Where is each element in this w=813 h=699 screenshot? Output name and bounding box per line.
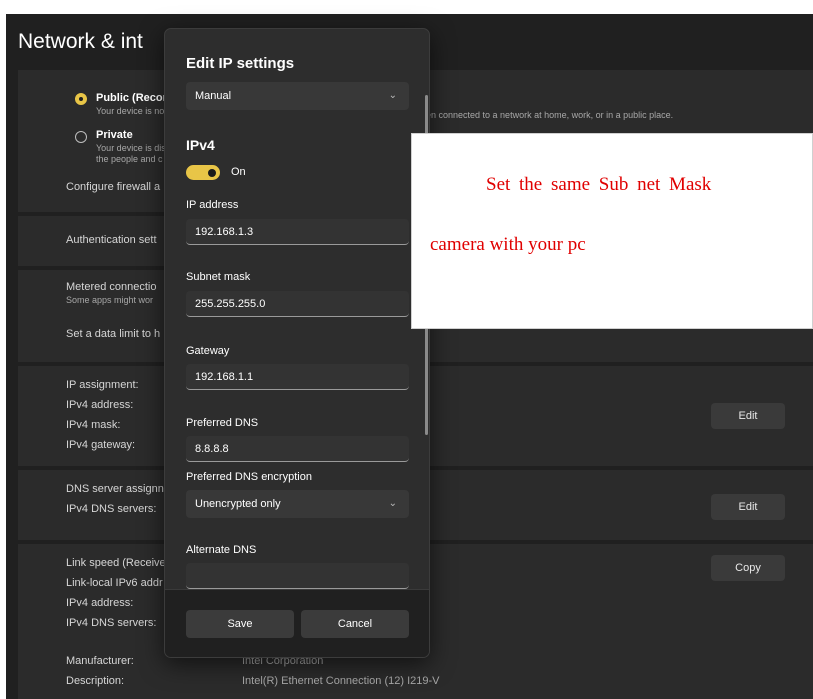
ipv4-toggle-label: On bbox=[231, 166, 246, 178]
dns-encryption-value: Unencrypted only bbox=[195, 498, 281, 510]
authentication-label: Authentication sett bbox=[66, 234, 157, 246]
ip-edit-button[interactable]: Edit bbox=[711, 403, 785, 429]
gateway-input[interactable]: 192.168.1.1 bbox=[186, 364, 409, 390]
page-title: Network & int bbox=[18, 30, 143, 53]
ipv4-address-label: IPv4 address: bbox=[66, 399, 134, 411]
ip-address-label: IP address bbox=[186, 199, 239, 211]
private-desc: Your device is dis bbox=[96, 143, 166, 153]
ipv4-section-title: IPv4 bbox=[186, 137, 215, 153]
gateway-label: Gateway bbox=[186, 345, 230, 357]
ip-mode-dropdown[interactable]: Manual ⌄ bbox=[186, 82, 409, 110]
chevron-down-icon: ⌄ bbox=[388, 90, 397, 101]
alternate-dns-input[interactable] bbox=[186, 563, 409, 589]
public-label: Public (Recom bbox=[96, 92, 173, 104]
link-ipv4-address-label: IPv4 address: bbox=[66, 597, 134, 609]
ip-address-input[interactable]: 192.168.1.3 bbox=[186, 219, 409, 245]
ipv4-toggle[interactable] bbox=[186, 165, 220, 180]
annotation-box: Set the same Sub net Mask camera with yo… bbox=[411, 133, 813, 329]
description-label: Description: bbox=[66, 675, 125, 687]
chevron-down-icon: ⌄ bbox=[388, 498, 397, 509]
dialog-title: Edit IP settings bbox=[186, 55, 295, 72]
toggle-knob bbox=[208, 168, 216, 177]
save-button[interactable]: Save bbox=[186, 610, 294, 638]
metered-label: Metered connectio bbox=[66, 281, 157, 293]
ipv4-gateway-label: IPv4 gateway: bbox=[66, 439, 136, 451]
dialog-footer: Save Cancel bbox=[165, 589, 429, 657]
metered-desc: Some apps might wor bbox=[66, 295, 154, 305]
link-ipv4-dns-label: IPv4 DNS servers: bbox=[66, 617, 157, 629]
preferred-dns-label: Preferred DNS bbox=[186, 417, 259, 429]
ip-assignment-label: IP assignment: bbox=[66, 379, 139, 391]
dns-encryption-dropdown[interactable]: Unencrypted only ⌄ bbox=[186, 490, 409, 518]
cancel-button[interactable]: Cancel bbox=[301, 610, 409, 638]
link-speed-label: Link speed (Receive bbox=[66, 557, 166, 569]
ipv4-mask-label: IPv4 mask: bbox=[66, 419, 121, 431]
edit-ip-settings-dialog: Edit IP settings Manual ⌄ IPv4 On IP add… bbox=[164, 28, 430, 658]
configure-firewall-link[interactable]: Configure firewall a bbox=[66, 181, 160, 193]
preferred-dns-input[interactable]: 8.8.8.8 bbox=[186, 436, 409, 462]
dns-edit-button[interactable]: Edit bbox=[711, 494, 785, 520]
link-local-ipv6-label: Link-local IPv6 addr bbox=[66, 577, 163, 589]
subnet-mask-label: Subnet mask bbox=[186, 271, 251, 283]
copy-button[interactable]: Copy bbox=[711, 555, 785, 581]
data-limit-link[interactable]: Set a data limit to h bbox=[66, 328, 160, 340]
alternate-dns-label: Alternate DNS bbox=[186, 544, 257, 556]
annotation-line-2: camera with your pc bbox=[430, 234, 586, 255]
private-radio[interactable] bbox=[75, 131, 87, 143]
public-desc: Your device is no bbox=[96, 106, 165, 116]
subnet-mask-input[interactable]: 255.255.255.0 bbox=[186, 291, 409, 317]
public-radio[interactable] bbox=[75, 93, 87, 105]
annotation-line-1: Set the same Sub net Mask bbox=[486, 174, 712, 195]
manufacturer-label: Manufacturer: bbox=[66, 655, 134, 667]
private-label: Private bbox=[96, 129, 133, 141]
description-value: Intel(R) Ethernet Connection (12) I219-V bbox=[242, 675, 440, 687]
dns-assignment-label: DNS server assignn bbox=[66, 483, 164, 495]
ipv4-dns-servers-label: IPv4 DNS servers: bbox=[66, 503, 157, 515]
ip-mode-value: Manual bbox=[195, 90, 232, 102]
private-desc-2: the people and c bbox=[96, 154, 163, 164]
dns-encryption-label: Preferred DNS encryption bbox=[186, 471, 312, 483]
public-desc-right: en connected to a network at home, work,… bbox=[426, 110, 674, 120]
